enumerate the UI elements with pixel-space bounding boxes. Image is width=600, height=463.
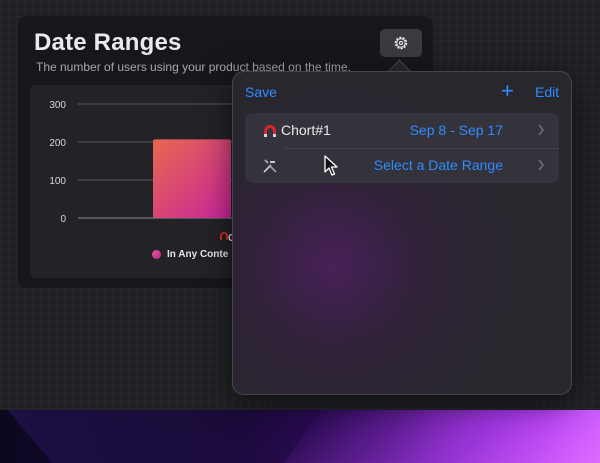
- bar[interactable]: [153, 139, 231, 218]
- date-range-list: Chort#1 Sep 8 - Sep 17 Select a Date Ran…: [245, 113, 559, 183]
- chevron-right-icon: [538, 159, 545, 171]
- save-button[interactable]: Save: [245, 84, 277, 100]
- row-date-range: Select a Date Range: [373, 157, 503, 173]
- y-tick-label: 200: [49, 138, 66, 149]
- magnet-icon: [220, 232, 228, 240]
- gear-icon: [394, 36, 408, 50]
- chart-legend[interactable]: In Any Conte: [152, 249, 228, 260]
- legend-swatch: [152, 250, 161, 259]
- page-title: Date Ranges: [34, 29, 182, 56]
- list-item[interactable]: Select a Date Range: [245, 148, 559, 183]
- y-tick-label: 300: [49, 100, 66, 111]
- date-range-popover: Save + Edit Chort#1 Sep 8 - Sep 17 Selec…: [232, 71, 572, 395]
- edit-button[interactable]: Edit: [535, 84, 559, 100]
- y-tick-label: 100: [49, 176, 66, 187]
- add-button[interactable]: +: [501, 80, 514, 102]
- settings-button[interactable]: [380, 29, 422, 57]
- legend-label: In Any Conte: [167, 249, 229, 260]
- mouse-cursor-icon: [324, 155, 338, 176]
- chevron-right-icon: [538, 124, 545, 136]
- row-date-range: Sep 8 - Sep 17: [409, 122, 503, 138]
- magnet-icon: [264, 125, 276, 137]
- tools-icon: [263, 159, 277, 173]
- y-tick-label: 0: [60, 214, 66, 225]
- wallpaper: [0, 410, 600, 463]
- row-name: Chort#1: [281, 122, 331, 138]
- list-item[interactable]: Chort#1 Sep 8 - Sep 17: [245, 113, 559, 149]
